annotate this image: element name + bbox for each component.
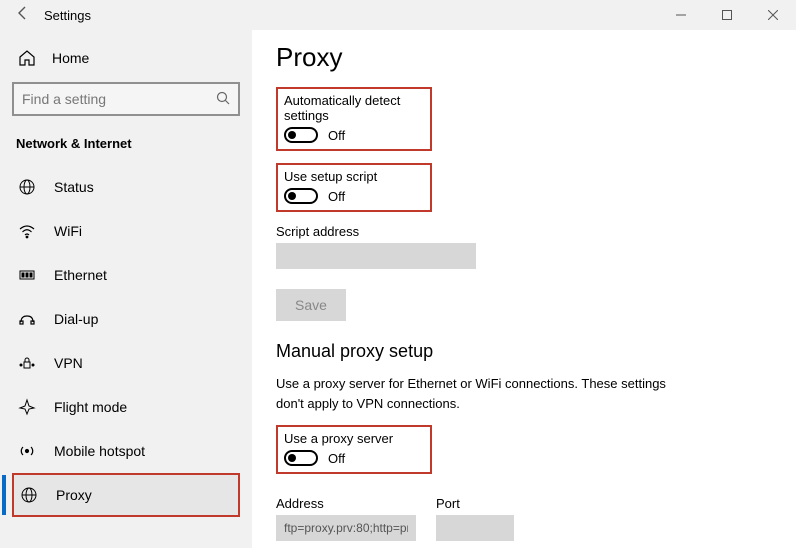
use-proxy-group: Use a proxy server Off — [276, 425, 432, 474]
use-proxy-state: Off — [328, 451, 345, 466]
sidebar-item-label: VPN — [54, 355, 83, 371]
maximize-button[interactable] — [704, 0, 750, 30]
wifi-icon — [18, 222, 36, 240]
sidebar-item-proxy[interactable]: Proxy — [12, 473, 240, 517]
save-button[interactable]: Save — [276, 289, 346, 321]
use-proxy-label: Use a proxy server — [284, 431, 422, 446]
search-icon — [216, 91, 230, 108]
minimize-button[interactable] — [658, 0, 704, 30]
sidebar-item-label: Mobile hotspot — [54, 443, 145, 459]
airplane-icon — [18, 398, 36, 416]
ethernet-icon — [18, 266, 36, 284]
sidebar-item-dialup[interactable]: Dial-up — [12, 297, 240, 341]
sidebar-home-label: Home — [52, 50, 89, 66]
auto-detect-label: Automatically detect settings — [284, 93, 422, 123]
close-button[interactable] — [750, 0, 796, 30]
sidebar-item-label: Status — [54, 179, 94, 195]
sidebar-item-label: WiFi — [54, 223, 82, 239]
auto-detect-state: Off — [328, 128, 345, 143]
sidebar-item-status[interactable]: Status — [12, 165, 240, 209]
sidebar-section-header: Network & Internet — [16, 136, 240, 151]
search-input-wrapper[interactable] — [12, 82, 240, 116]
sidebar-item-label: Flight mode — [54, 399, 127, 415]
sidebar-item-wifi[interactable]: WiFi — [12, 209, 240, 253]
sidebar-item-ethernet[interactable]: Ethernet — [12, 253, 240, 297]
script-address-label: Script address — [276, 224, 768, 239]
globe-icon — [20, 486, 38, 504]
auto-detect-toggle[interactable] — [284, 127, 318, 143]
sidebar-item-label: Proxy — [56, 487, 92, 503]
sidebar-item-mobilehotspot[interactable]: Mobile hotspot — [12, 429, 240, 473]
globe-icon — [18, 178, 36, 196]
sidebar-item-flightmode[interactable]: Flight mode — [12, 385, 240, 429]
address-input[interactable] — [276, 515, 416, 541]
sidebar-item-label: Ethernet — [54, 267, 107, 283]
port-label: Port — [436, 496, 514, 511]
sidebar-item-vpn[interactable]: VPN — [12, 341, 240, 385]
sidebar: Home Network & Internet Status WiFi — [0, 30, 252, 548]
hotspot-icon — [18, 442, 36, 460]
setup-script-toggle[interactable] — [284, 188, 318, 204]
window-title: Settings — [44, 8, 91, 23]
setup-script-group: Use setup script Off — [276, 163, 432, 212]
titlebar: Settings — [0, 0, 796, 30]
address-label: Address — [276, 496, 416, 511]
page-title: Proxy — [276, 42, 768, 73]
port-input[interactable] — [436, 515, 514, 541]
manual-heading: Manual proxy setup — [276, 341, 768, 362]
dialup-icon — [18, 310, 36, 328]
sidebar-home[interactable]: Home — [12, 40, 240, 76]
manual-description: Use a proxy server for Ethernet or WiFi … — [276, 374, 696, 413]
vpn-icon — [18, 354, 36, 372]
script-address-input[interactable] — [276, 243, 476, 269]
sidebar-item-label: Dial-up — [54, 311, 98, 327]
back-button[interactable] — [8, 5, 38, 26]
use-proxy-toggle[interactable] — [284, 450, 318, 466]
search-input[interactable] — [22, 91, 216, 107]
content-area: Proxy Automatically detect settings Off … — [252, 30, 796, 548]
home-icon — [18, 49, 36, 67]
setup-script-label: Use setup script — [284, 169, 422, 184]
setup-script-state: Off — [328, 189, 345, 204]
auto-detect-group: Automatically detect settings Off — [276, 87, 432, 151]
